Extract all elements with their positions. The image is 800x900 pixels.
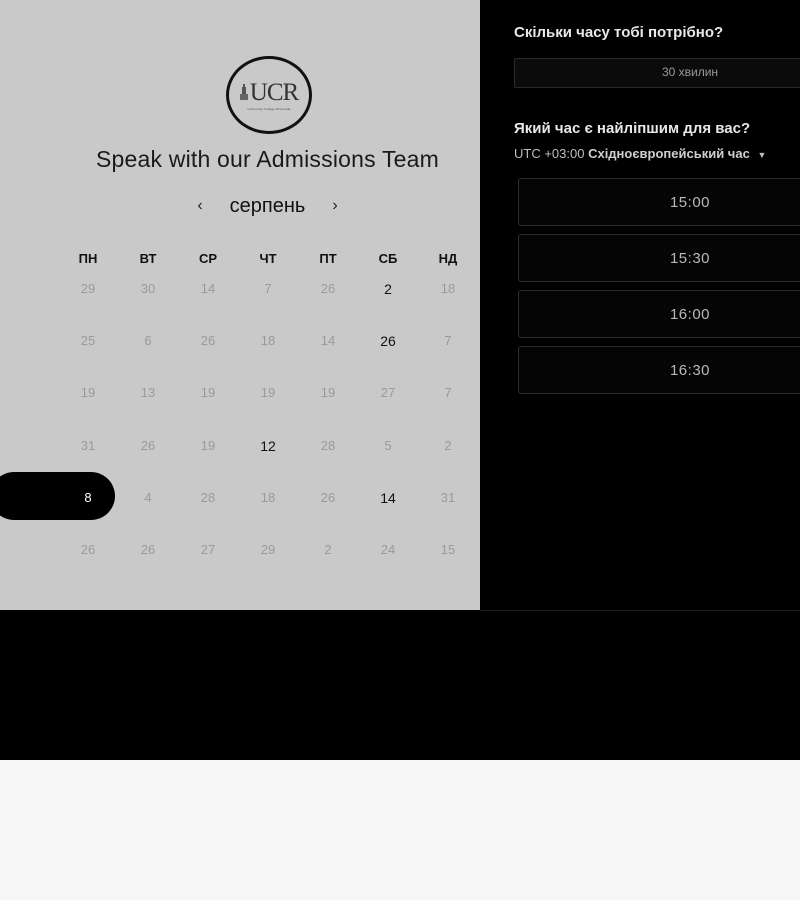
weekday-label: ПН: [78, 251, 98, 266]
calendar-day: 6: [144, 333, 152, 348]
calendar-day: 15: [440, 542, 456, 557]
calendar-day: 5: [384, 438, 392, 453]
weekday-label: СБ: [378, 251, 398, 266]
calendar-day: 31: [440, 490, 456, 505]
calendar-day: 30: [140, 281, 156, 296]
next-month-button[interactable]: ›: [325, 197, 345, 215]
calendar-day: 2: [324, 542, 332, 557]
timezone-selector[interactable]: UTC +03:00 Східноєвропейський час ▼: [514, 146, 766, 161]
calendar-day[interactable]: 12: [248, 438, 288, 454]
weekday-label: ЧТ: [259, 251, 277, 266]
time-slot-label: 15:30: [669, 250, 711, 267]
weekday-label: СР: [198, 251, 218, 266]
calendar-day: 29: [80, 281, 96, 296]
month-navigation: ‹ серпень ›: [190, 192, 345, 220]
calendar-day: 14: [200, 281, 216, 296]
duration-value[interactable]: 30 хвилин: [620, 65, 760, 79]
calendar-day: 29: [260, 542, 276, 557]
calendar-day: 28: [200, 490, 216, 505]
timezone-name: Східноєвропейський час: [588, 146, 750, 161]
time-slot-label: 15:00: [669, 194, 711, 211]
calendar-day: 7: [444, 333, 452, 348]
calendar-day: 19: [200, 438, 216, 453]
time-slot-label: 16:00: [669, 306, 711, 323]
time-question: Який час є найліпшим для вас?: [514, 120, 751, 137]
calendar-day: 27: [200, 542, 216, 557]
chevron-down-icon: ▼: [757, 150, 767, 160]
calendar-day: 7: [444, 385, 452, 400]
calendar-day: 18: [440, 281, 456, 296]
calendar-day: 14: [320, 333, 336, 348]
calendar-day: 26: [320, 281, 336, 296]
calendar-day: 2: [444, 438, 452, 453]
time-slot-button[interactable]: 15:30: [518, 234, 800, 282]
weekday-label: ПТ: [319, 251, 337, 266]
calendar-panel: UCR University College Riverside Speak w…: [0, 0, 480, 610]
logo-subtext: University College Riverside: [247, 106, 291, 111]
page-title: Speak with our Admissions Team: [95, 146, 440, 172]
calendar-day: 4: [144, 490, 152, 505]
time-slot-label: 16:30: [669, 362, 711, 379]
calendar-day: 19: [260, 385, 276, 400]
calendar-day: 26: [140, 438, 156, 453]
duration-question: Скільки часу тобі потрібно?: [514, 24, 724, 41]
section-divider: [480, 610, 800, 611]
time-slot-button[interactable]: 15:00: [518, 178, 800, 226]
timezone-offset: UTC +03:00: [514, 146, 585, 161]
weekday-label: НД: [438, 251, 458, 266]
calendar-day: 24: [380, 542, 396, 557]
month-label: серпень: [229, 194, 306, 217]
calendar-day: 25: [80, 333, 96, 348]
selected-day[interactable]: 8: [68, 490, 108, 505]
calendar-day: 18: [260, 333, 276, 348]
calendar-day[interactable]: 14: [368, 490, 408, 506]
time-slot-button[interactable]: 16:00: [518, 290, 800, 338]
calendar-day[interactable]: 26: [368, 333, 408, 349]
calendar-day: 26: [80, 542, 96, 557]
calendar-day[interactable]: 2: [368, 281, 408, 297]
calendar-day: 19: [80, 385, 96, 400]
calendar-day: 19: [320, 385, 336, 400]
calendar-day: 7: [264, 281, 272, 296]
ucr-logo: UCR University College Riverside: [226, 56, 312, 134]
calendar-day: 26: [320, 490, 336, 505]
calendar-day: 27: [380, 385, 396, 400]
time-slot-button[interactable]: 16:30: [518, 346, 800, 394]
calendar-day: 18: [260, 490, 276, 505]
logo-text: UCR: [249, 78, 299, 106]
weekday-label: ВТ: [139, 251, 157, 266]
calendar-day: 31: [80, 438, 96, 453]
calendar-day: 19: [200, 385, 216, 400]
calendar-day: 26: [140, 542, 156, 557]
calendar-day: 13: [140, 385, 156, 400]
calendar-day: 26: [200, 333, 216, 348]
tower-icon: [239, 84, 248, 100]
calendar-day: 28: [320, 438, 336, 453]
prev-month-button[interactable]: ‹: [190, 197, 210, 215]
